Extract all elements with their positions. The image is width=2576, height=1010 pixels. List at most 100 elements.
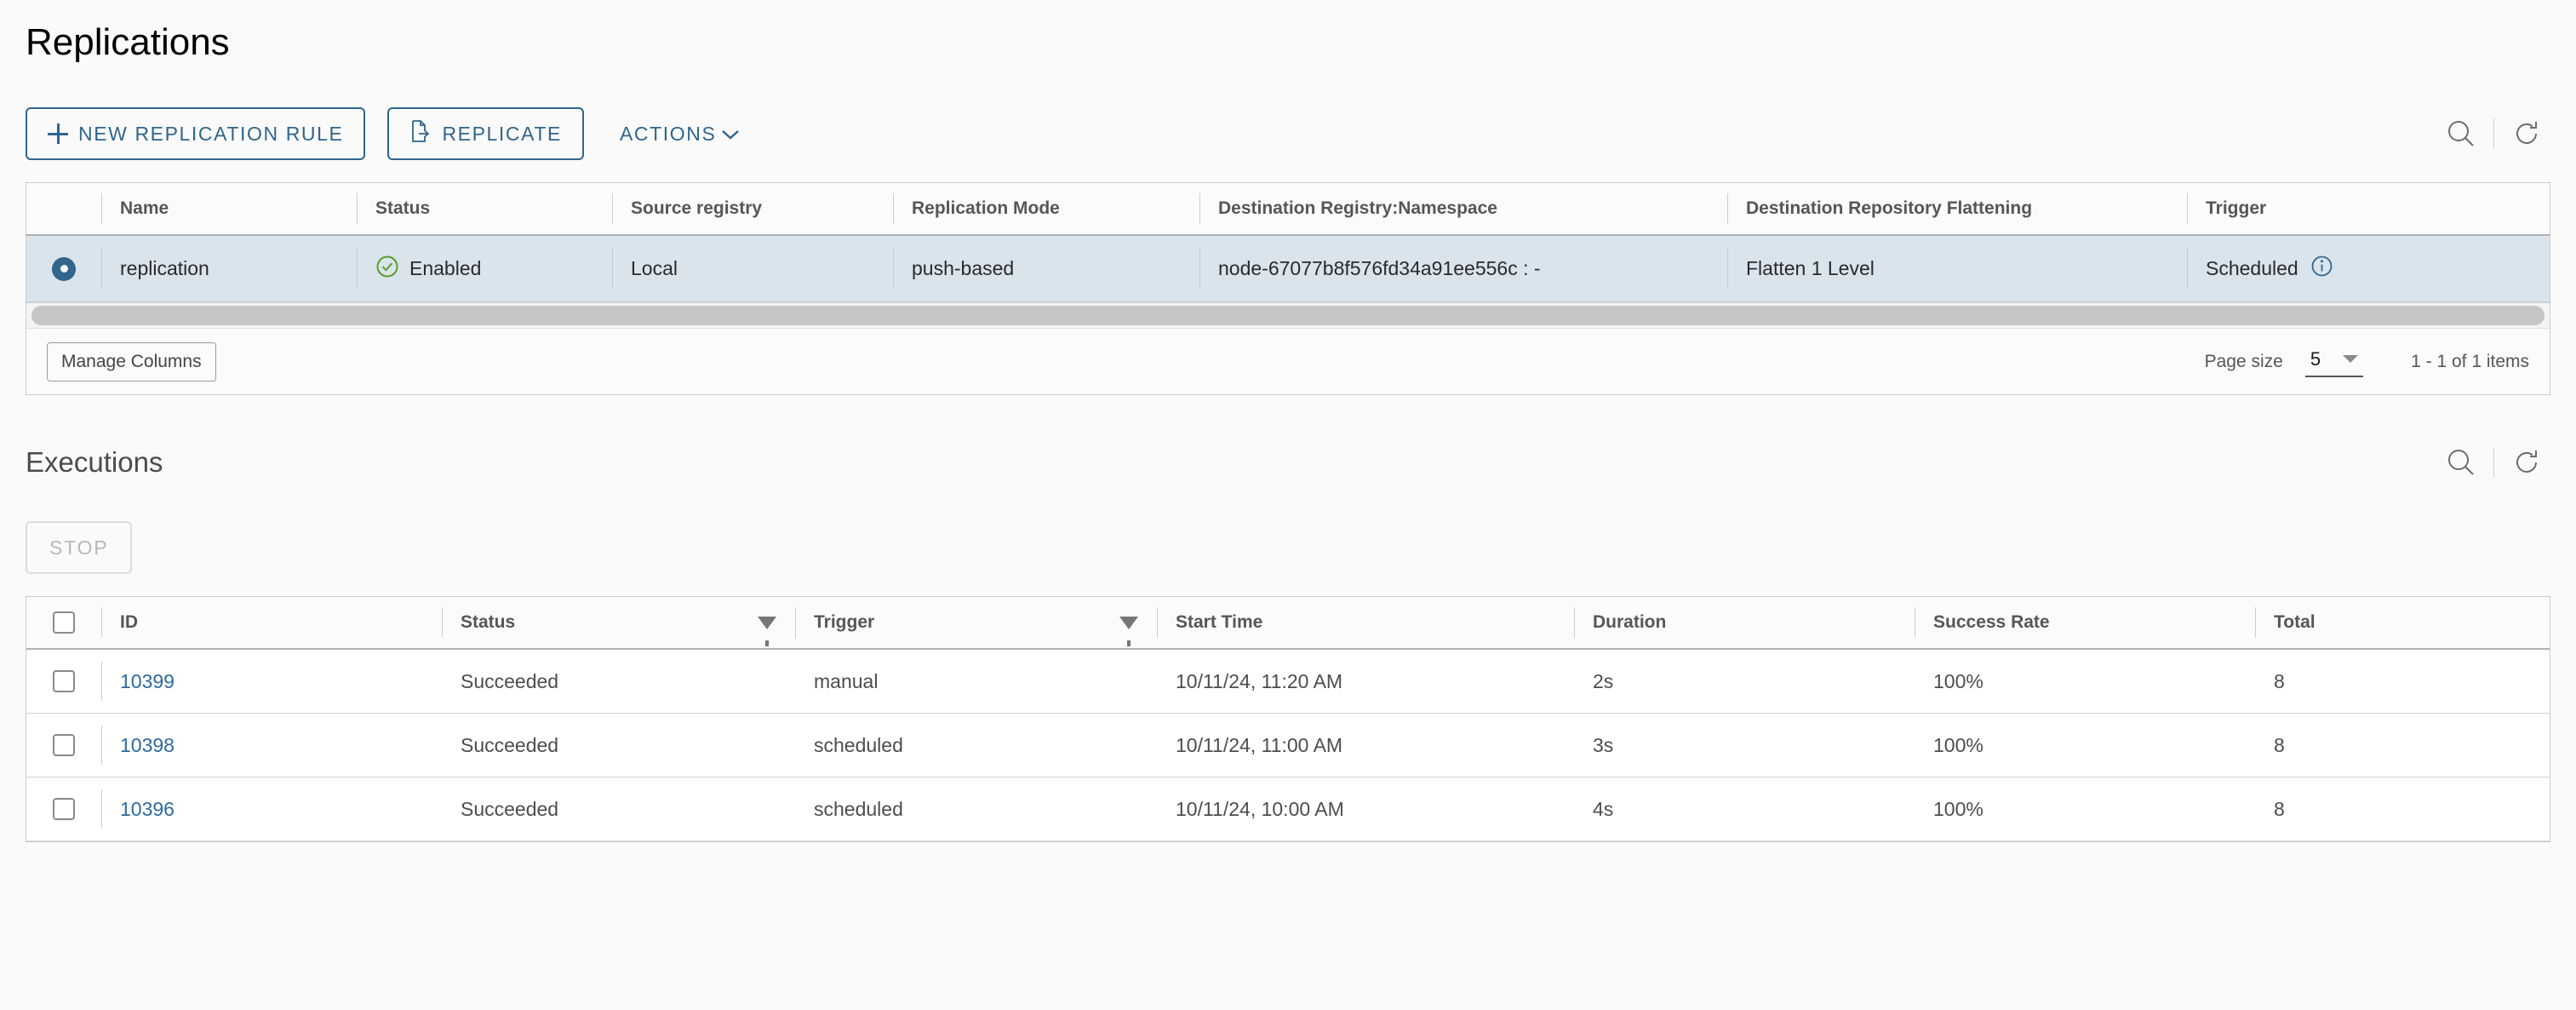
cell-id: 10396 bbox=[101, 778, 442, 841]
row-checkbox[interactable] bbox=[53, 670, 75, 693]
header-select-all-cell bbox=[26, 597, 101, 648]
row-checkbox[interactable] bbox=[53, 798, 75, 821]
replications-toolbar-right bbox=[2437, 110, 2550, 158]
table-row[interactable]: 10399 Succeeded manual 10/11/24, 11:20 A… bbox=[26, 650, 2550, 714]
replicate-icon bbox=[409, 119, 432, 148]
cell-total: 8 bbox=[2274, 797, 2285, 820]
replication-rules-table: Name Status Source registry Replication … bbox=[26, 182, 2550, 396]
cell-success-rate: 100% bbox=[1933, 669, 1984, 692]
stop-button[interactable]: STOP bbox=[26, 521, 133, 575]
header-trigger[interactable]: Trigger bbox=[795, 597, 1157, 648]
cell-replication-mode: push-based bbox=[893, 236, 1199, 301]
row-select-cell bbox=[26, 236, 101, 301]
execution-id-link[interactable]: 10398 bbox=[120, 734, 175, 757]
header-trigger[interactable]: Trigger bbox=[2187, 183, 2550, 234]
cell-trigger: scheduled bbox=[814, 797, 903, 820]
page-size-select[interactable]: 5 bbox=[2304, 347, 2364, 377]
cell-destination: node-67077b8f576fd34a91ee556c : - bbox=[1199, 236, 1727, 301]
toolbar-divider bbox=[2493, 118, 2494, 150]
header-trigger-label: Trigger bbox=[814, 612, 875, 633]
cell-total: 8 bbox=[2274, 733, 2285, 756]
header-flattening[interactable]: Destination Repository Flattening bbox=[1727, 183, 2187, 234]
chevron-down-icon bbox=[721, 123, 740, 146]
header-start-time[interactable]: Start Time bbox=[1157, 597, 1574, 648]
header-select bbox=[26, 183, 101, 234]
pagination: Page size 5 1 - 1 of 1 items bbox=[2205, 347, 2529, 377]
table-row[interactable]: 10398 Succeeded scheduled 10/11/24, 11:0… bbox=[26, 714, 2550, 778]
replicate-button[interactable]: REPLICATE bbox=[387, 107, 584, 161]
toolbar-divider bbox=[2493, 447, 2494, 479]
cell-success-rate: 100% bbox=[1933, 733, 1984, 756]
executions-table: ID Status Trigger Start Time Duration Su… bbox=[26, 596, 2550, 843]
cell-id: 10399 bbox=[101, 650, 442, 713]
header-status-label: Status bbox=[461, 612, 516, 633]
header-destination[interactable]: Destination Registry:Namespace bbox=[1199, 183, 1727, 234]
row-radio-button[interactable] bbox=[52, 256, 76, 281]
header-duration[interactable]: Duration bbox=[1574, 597, 1915, 648]
cell-id: 10398 bbox=[101, 714, 442, 777]
execution-id-link[interactable]: 10399 bbox=[120, 670, 175, 693]
cell-name: replication bbox=[101, 236, 357, 301]
header-status[interactable]: Status bbox=[442, 597, 795, 648]
header-replication-mode[interactable]: Replication Mode bbox=[893, 183, 1199, 234]
execution-id-link[interactable]: 10396 bbox=[120, 798, 175, 821]
actions-dropdown-button[interactable]: ACTIONS bbox=[599, 107, 760, 160]
action-toolbar: NEW REPLICATION RULE REPLICATE ACTIONS bbox=[26, 107, 2550, 161]
executions-toolbar-right bbox=[2437, 439, 2550, 486]
replications-page: Replications NEW REPLICATION RULE REPLIC… bbox=[0, 21, 2576, 843]
cell-status: Succeeded bbox=[461, 797, 559, 820]
replicate-label: REPLICATE bbox=[442, 122, 562, 145]
new-replication-rule-button[interactable]: NEW REPLICATION RULE bbox=[26, 107, 366, 161]
cell-status: Succeeded bbox=[461, 669, 559, 692]
cell-total: 8 bbox=[2274, 669, 2285, 692]
trigger-label: Scheduled bbox=[2206, 257, 2298, 280]
items-range-label: 1 - 1 of 1 items bbox=[2411, 351, 2529, 371]
header-total[interactable]: Total bbox=[2255, 597, 2550, 648]
header-source-registry[interactable]: Source registry bbox=[612, 183, 893, 234]
cell-start-time: 10/11/24, 11:20 AM bbox=[1176, 669, 1343, 692]
select-all-checkbox[interactable] bbox=[53, 611, 75, 634]
plus-icon bbox=[48, 123, 68, 145]
refresh-icon[interactable] bbox=[2503, 110, 2550, 158]
row-checkbox[interactable] bbox=[53, 734, 75, 757]
cell-duration: 3s bbox=[1593, 733, 1614, 756]
row-select-cell bbox=[26, 650, 101, 713]
info-circle-icon[interactable] bbox=[2310, 255, 2333, 283]
search-icon[interactable] bbox=[2437, 439, 2485, 486]
header-name[interactable]: Name bbox=[101, 183, 357, 234]
filter-icon[interactable] bbox=[1119, 616, 1138, 646]
page-size-value: 5 bbox=[2310, 347, 2321, 370]
check-circle-icon bbox=[375, 255, 399, 284]
table-header-row: Name Status Source registry Replication … bbox=[26, 183, 2550, 237]
table-row[interactable]: 10396 Succeeded scheduled 10/11/24, 10:0… bbox=[26, 778, 2550, 842]
cell-trigger: manual bbox=[814, 669, 879, 692]
filter-icon[interactable] bbox=[758, 616, 776, 646]
new-replication-rule-label: NEW REPLICATION RULE bbox=[78, 122, 344, 145]
cell-trigger: scheduled bbox=[814, 733, 903, 756]
manage-columns-button[interactable]: Manage Columns bbox=[47, 341, 216, 382]
scrollbar-thumb[interactable] bbox=[31, 306, 2545, 326]
header-status[interactable]: Status bbox=[357, 183, 612, 234]
search-icon[interactable] bbox=[2437, 110, 2485, 158]
actions-label: ACTIONS bbox=[619, 122, 717, 145]
status-label: Enabled bbox=[409, 257, 482, 280]
executions-actions: STOP bbox=[26, 521, 2550, 575]
horizontal-scrollbar[interactable] bbox=[26, 302, 2550, 329]
cell-flattening: Flatten 1 Level bbox=[1727, 236, 2187, 301]
cell-status: Enabled bbox=[357, 236, 612, 301]
chevron-down-icon bbox=[2343, 355, 2359, 364]
table-footer: Manage Columns Page size 5 1 - 1 of 1 it… bbox=[26, 328, 2550, 395]
refresh-icon[interactable] bbox=[2503, 439, 2550, 486]
header-success-rate[interactable]: Success Rate bbox=[1915, 597, 2255, 648]
cell-source-registry: Local bbox=[612, 236, 893, 301]
cell-start-time: 10/11/24, 10:00 AM bbox=[1176, 797, 1344, 820]
table-row[interactable]: replication Enabled Local push-based nod… bbox=[26, 236, 2550, 303]
header-id[interactable]: ID bbox=[101, 597, 442, 648]
row-select-cell bbox=[26, 714, 101, 777]
executions-header-row: ID Status Trigger Start Time Duration Su… bbox=[26, 597, 2550, 651]
executions-header: Executions bbox=[26, 439, 2550, 485]
cell-duration: 2s bbox=[1593, 669, 1614, 692]
cell-status: Succeeded bbox=[461, 733, 559, 756]
executions-title: Executions bbox=[26, 446, 163, 479]
cell-start-time: 10/11/24, 11:00 AM bbox=[1176, 733, 1343, 756]
